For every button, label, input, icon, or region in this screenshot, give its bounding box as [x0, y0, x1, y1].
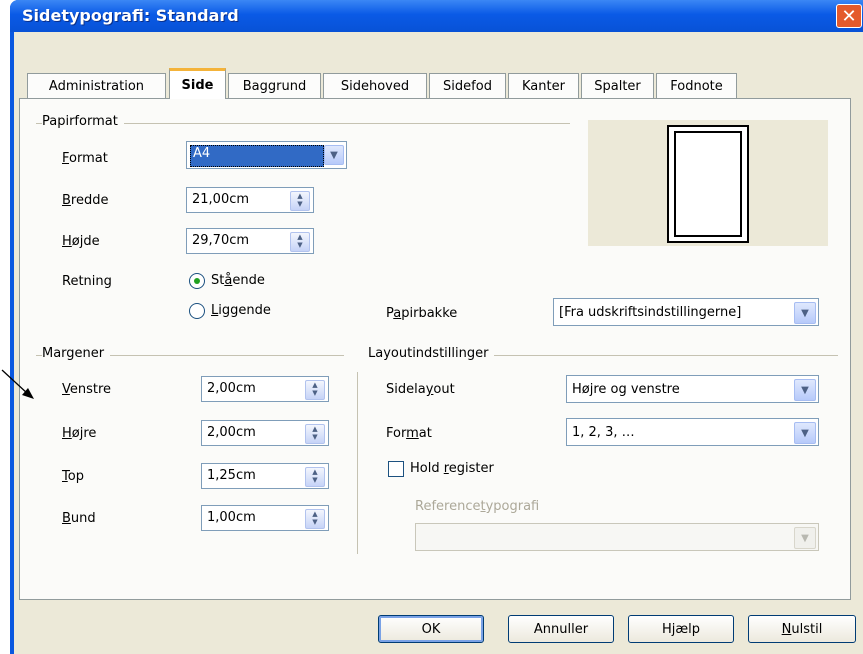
hold-register-checkbox[interactable] [388, 461, 404, 477]
cancel-button[interactable]: Annuller [508, 615, 614, 643]
chevron-down-icon[interactable]: ▼ [794, 379, 816, 401]
page-layout-select[interactable]: Højre og venstre ▼ [566, 375, 819, 403]
retning-label: Retning [62, 274, 112, 289]
referencetypografi-label: Referencetypografi [415, 499, 540, 514]
reference-style-select: ▼ [415, 523, 819, 551]
spin-updown-icon[interactable]: ▲ ▼ [305, 424, 325, 444]
group-separator [357, 372, 358, 554]
ok-button[interactable]: OK [378, 615, 484, 643]
papirbakke-label: Papirbakke [386, 306, 458, 321]
bottom-margin-spinbox[interactable]: 1,00cm ▲ ▼ [201, 505, 329, 531]
portrait-label[interactable]: Stående [211, 273, 265, 288]
numbering-format-select[interactable]: 1, 2, 3, … ▼ [566, 418, 819, 446]
hojre-label: Højre [62, 426, 97, 441]
spin-updown-icon[interactable]: ▲ ▼ [305, 380, 325, 400]
spin-updown-icon[interactable]: ▲ ▼ [305, 509, 325, 529]
landscape-radio[interactable] [189, 303, 205, 319]
tab-side[interactable]: Side [169, 68, 226, 99]
help-button[interactable]: Hjælp [628, 615, 734, 643]
hojde-label: Højde [62, 234, 100, 249]
height-spinbox[interactable]: 29,70cm ▲ ▼ [186, 228, 314, 254]
paper-format-select[interactable]: A4 ▼ [186, 141, 347, 169]
spin-updown-icon[interactable]: ▲ ▼ [290, 191, 310, 211]
width-spinbox[interactable]: 21,00cm ▲ ▼ [186, 187, 314, 213]
chevron-down-icon[interactable]: ▼ [794, 302, 816, 324]
close-button[interactable]: ✕ [836, 4, 862, 28]
tab-fodnote[interactable]: Fodnote [656, 73, 737, 98]
right-margin-spinbox[interactable]: 2,00cm ▲ ▼ [201, 420, 329, 446]
bredde-label: Bredde [62, 193, 109, 208]
reset-button[interactable]: Nulstil [748, 615, 856, 643]
left-margin-spinbox[interactable]: 2,00cm ▲ ▼ [201, 376, 329, 402]
top-label: Top [62, 469, 84, 484]
venstre-label: Venstre [62, 382, 112, 397]
spin-updown-icon[interactable]: ▲ ▼ [290, 232, 310, 252]
portrait-radio[interactable] [189, 273, 205, 289]
format-label: Format [62, 151, 108, 166]
landscape-label[interactable]: Liggende [211, 303, 271, 318]
bund-label: Bund [62, 511, 96, 526]
tab-baggrund[interactable]: Baggrund [228, 73, 321, 98]
paper-tray-select[interactable]: [Fra udskriftsindstillingerne] ▼ [553, 298, 819, 326]
spin-updown-icon[interactable]: ▲ ▼ [305, 467, 325, 487]
close-icon: ✕ [841, 5, 857, 27]
sidelayout-label: Sidelayout [386, 382, 455, 397]
layout-format-label: Format [386, 426, 432, 441]
annotation-arrow [1, 369, 34, 399]
tab-sidehoved[interactable]: Sidehoved [323, 73, 427, 98]
chevron-down-icon[interactable]: ▼ [794, 422, 816, 444]
layout-title: Layoutindstillinger [368, 346, 495, 361]
hold-register-label[interactable]: Hold register [410, 461, 494, 476]
preview-page-margins [674, 131, 742, 237]
chevron-down-icon: ▼ [794, 527, 816, 549]
tab-spalter[interactable]: Spalter [581, 73, 654, 98]
tab-kanter[interactable]: Kanter [508, 73, 579, 98]
chevron-down-icon[interactable]: ▼ [324, 145, 344, 165]
paper-format-value: A4 [193, 146, 211, 161]
tab-sidefod[interactable]: Sidefod [429, 73, 506, 98]
top-margin-spinbox[interactable]: 1,25cm ▲ ▼ [201, 463, 329, 489]
